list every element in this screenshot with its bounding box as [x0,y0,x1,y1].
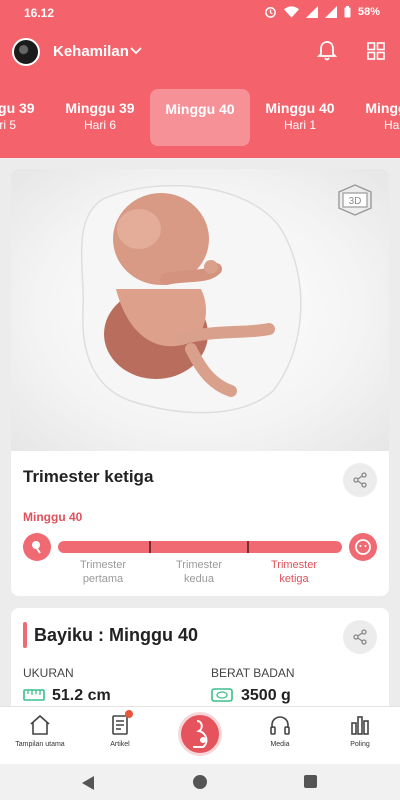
back-icon[interactable] [82,776,94,790]
nav-media[interactable]: Media [240,713,320,748]
system-nav-bar [0,764,400,800]
current-week-label: Minggu 40 [23,510,83,524]
nav-pregnancy-center[interactable] [178,712,222,756]
3d-view-icon[interactable]: 3D [337,183,373,217]
nav-home[interactable]: Tampilan utama [0,713,80,748]
pregnancy-icon [193,720,208,748]
grid-menu-icon[interactable] [367,42,385,60]
nav-polls[interactable]: Poling [320,713,400,748]
baby-card: Bayiku : Minggu 40 UKURAN 51.2 cm BERAT … [11,608,389,718]
status-time: 16.12 [24,6,55,20]
app-bar: Kehamilan [0,26,400,78]
trimester-label-line2: kedua [184,573,214,585]
tab-week-39-day-5[interactable]: Minggu 39 Hari 5 [0,89,50,146]
tab-day-label: Hari 6 [83,118,116,132]
home-circle-icon[interactable] [193,775,207,789]
3d-badge-text: 3D [349,196,362,207]
heading-accent-bar [23,622,27,648]
pin-icon [23,533,51,561]
progress-divider [247,541,249,553]
ruler-icon [23,689,45,701]
app-title[interactable]: Kehamilan [53,43,129,60]
size-label: UKURAN [23,666,74,680]
fetus-illustration [80,184,302,414]
week-tabs: Minggu 39 Hari 5 Minggu 39 Hari 6 Minggu… [0,78,400,158]
nav-articles[interactable]: Artikel [80,713,160,748]
tab-day-label: Hari 1 [283,118,316,132]
chevron-down-icon[interactable] [130,47,142,55]
share-icon [353,629,367,645]
notification-dot [125,710,133,718]
signal-icon-2 [324,5,337,18]
nav-label: Artikel [110,741,130,748]
tab-week-40-selected[interactable]: Minggu 40 [150,89,250,146]
nav-label: Media [270,741,290,748]
tab-week-40-day-1[interactable]: Minggu 40 Hari 1 [250,89,350,146]
size-value: 51.2 cm [52,687,111,704]
trimester-label-first: Trimester pertama [53,558,153,586]
trimester-label-second: Trimester kedua [149,558,249,586]
battery-level: 58% [357,5,380,18]
baby-face-icon [349,533,377,561]
headphones-icon [270,716,290,735]
bell-icon[interactable] [317,40,337,62]
trimester-label-third: Trimester ketiga [244,558,344,586]
share-button[interactable] [343,620,377,654]
avatar[interactable] [12,38,40,66]
tab-week-39-day-6[interactable]: Minggu 39 Hari 6 [50,89,150,146]
trimester-label-line2: ketiga [279,573,309,585]
status-bar: 16.12 58% [0,0,400,26]
trimester-label-line1: Trimester [175,559,223,571]
progress-divider [149,541,151,553]
nav-label: Poling [350,741,370,748]
tab-week-label: Minggu 40 [165,101,235,117]
trimester-title: Trimester ketiga [23,467,154,486]
tab-day-label: Hari 5 [0,118,16,132]
tab-week-label: Minggu 39 [0,100,35,116]
share-icon [353,472,367,488]
home-icon [30,714,50,735]
trimester-label-line1: Trimester [79,559,127,571]
trimester-label-line2: pertama [82,573,124,585]
weight-label: BERAT BADAN [211,666,295,680]
trimester-progress-bar [58,541,342,553]
tab-week-label: Minggu 40 [265,100,335,116]
status-icons: 58% [264,5,380,18]
trimester-label-line1: Trimester [270,559,318,571]
fetus-3d-image[interactable]: 3D [11,169,389,451]
signal-icon [305,5,318,18]
scale-icon [211,688,233,702]
share-button[interactable] [343,463,377,497]
bottom-nav: Tampilan utama Artikel Media Poling [0,706,400,764]
baby-heading: Bayiku : Minggu 40 [34,625,199,645]
tab-week-label: Minggu 40 [365,100,400,116]
tab-week-label: Minggu 39 [65,100,135,116]
alarm-icon [265,7,276,18]
poll-icon [351,716,369,735]
fetus-card: 3D Trimester ketiga Minggu 40 Trimester … [11,169,389,596]
wifi-icon [283,5,299,18]
tab-week-40-day-2[interactable]: Minggu 40 Hari 2 [350,89,400,146]
recent-apps-icon[interactable] [304,775,317,788]
nav-label: Tampilan utama [15,741,65,748]
battery-icon [344,5,351,17]
tab-day-label: Hari 2 [383,118,400,132]
weight-value: 3500 g [241,687,291,704]
